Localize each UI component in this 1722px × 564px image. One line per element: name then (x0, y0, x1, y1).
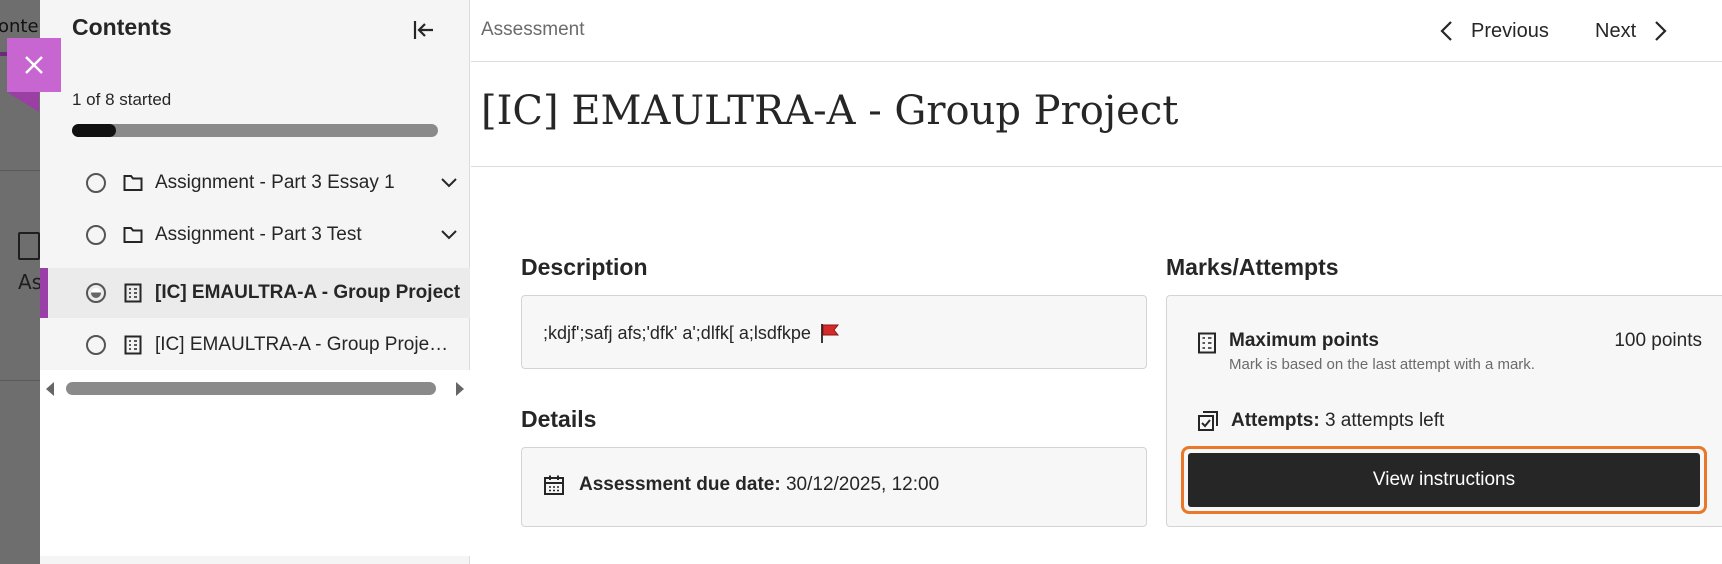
page-title: [IC] EMAULTRA-A - Group Project (481, 88, 1179, 134)
horizontal-scrollbar[interactable] (40, 370, 470, 408)
close-icon (25, 56, 43, 74)
tree-item-label: [IC] EMAULTRA-A - Group Project (155, 282, 461, 303)
due-date-value: 30/12/2025, 12:00 (785, 474, 940, 495)
assessment-icon (122, 282, 144, 304)
tree-item-label: Assignment - Part 3 Test (155, 224, 362, 245)
progress-bar (72, 124, 438, 137)
attempts-icon (1198, 411, 1218, 431)
focus-ring: View instructions (1181, 446, 1707, 514)
next-button[interactable]: Next (1595, 14, 1668, 48)
chevron-down-icon[interactable] (438, 172, 460, 194)
background-label-fragment: As (18, 270, 40, 294)
breadcrumb: Assessment (481, 19, 585, 40)
background-calculator-icon (18, 232, 40, 260)
close-tab-fold (7, 92, 39, 112)
progress-text: 1 of 8 started (72, 90, 172, 109)
tree-item-group-project-2[interactable]: [IC] EMAULTRA-A - Group Project... (40, 320, 470, 370)
main-content: Assessment Previous Next [IC] EMAULTRA-A… (471, 0, 1722, 564)
top-navigation-bar: Assessment Previous Next (471, 0, 1722, 62)
sidebar-empty-area (40, 408, 470, 556)
assessment-icon (1198, 332, 1216, 354)
folder-icon (122, 224, 144, 246)
tree-item-label: Assignment - Part 3 Essay 1 (155, 172, 395, 193)
sidebar-title: Contents (72, 14, 172, 40)
attempts-label: Attempts: (1231, 410, 1320, 431)
description-heading: Description (521, 254, 648, 280)
close-panel-button[interactable] (7, 38, 61, 92)
folder-icon (122, 172, 144, 194)
collapse-sidebar-button[interactable] (410, 16, 438, 44)
background-divider (0, 170, 40, 171)
chevron-right-icon (1655, 21, 1667, 41)
contents-sidebar: Contents 1 of 8 started Assignment - Par… (40, 0, 470, 564)
not-started-status-icon (86, 335, 106, 355)
progress-bar-fill (72, 124, 116, 137)
tree-item-label: [IC] EMAULTRA-A - Group Project... (155, 334, 455, 355)
description-card: ;kdjf';safj afs;'dfk' a';dlfk[ a;lsdfkpe (521, 295, 1147, 369)
due-date-label: Assessment due date: (579, 474, 781, 495)
background-title-fragment: onte (0, 16, 39, 37)
maximum-points-value: 100 points (1614, 330, 1702, 351)
not-started-status-icon (86, 173, 106, 193)
previous-button[interactable]: Previous (1439, 14, 1549, 48)
scroll-right-icon[interactable] (456, 382, 464, 396)
details-card: Assessment due date: 30/12/2025, 12:00 (521, 447, 1147, 527)
not-started-status-icon (86, 225, 106, 245)
maximum-points-note: Mark is based on the last attempt with a… (1229, 356, 1535, 373)
marks-attempts-heading: Marks/Attempts (1166, 254, 1339, 280)
description-text: ;kdjf';safj afs;'dfk' a';dlfk[ a;lsdfkpe (543, 322, 811, 343)
collapse-left-icon (413, 21, 433, 39)
active-item-indicator (40, 268, 48, 318)
attempts-value: 3 attempts left (1324, 410, 1445, 431)
title-divider (471, 166, 1722, 167)
scrollbar-thumb[interactable] (66, 382, 436, 395)
red-flag-icon (820, 324, 839, 343)
tree-item-test[interactable]: Assignment - Part 3 Test (40, 210, 470, 260)
next-label: Next (1595, 19, 1637, 42)
tree-item-essay[interactable]: Assignment - Part 3 Essay 1 (40, 158, 470, 208)
assessment-icon (122, 334, 144, 356)
tree-item-group-project-active[interactable]: [IC] EMAULTRA-A - Group Project (40, 268, 470, 318)
maximum-points-label: Maximum points (1229, 330, 1379, 351)
view-instructions-button[interactable]: View instructions (1188, 453, 1700, 507)
marks-attempts-card: Maximum points Mark is based on the last… (1166, 295, 1722, 527)
previous-label: Previous (1471, 19, 1549, 42)
calendar-icon (544, 475, 564, 495)
in-progress-status-icon (86, 283, 106, 303)
chevron-down-icon[interactable] (438, 224, 460, 246)
details-heading: Details (521, 406, 597, 432)
chevron-left-icon (1440, 21, 1452, 41)
scroll-left-icon[interactable] (46, 382, 54, 396)
background-divider (0, 380, 40, 381)
